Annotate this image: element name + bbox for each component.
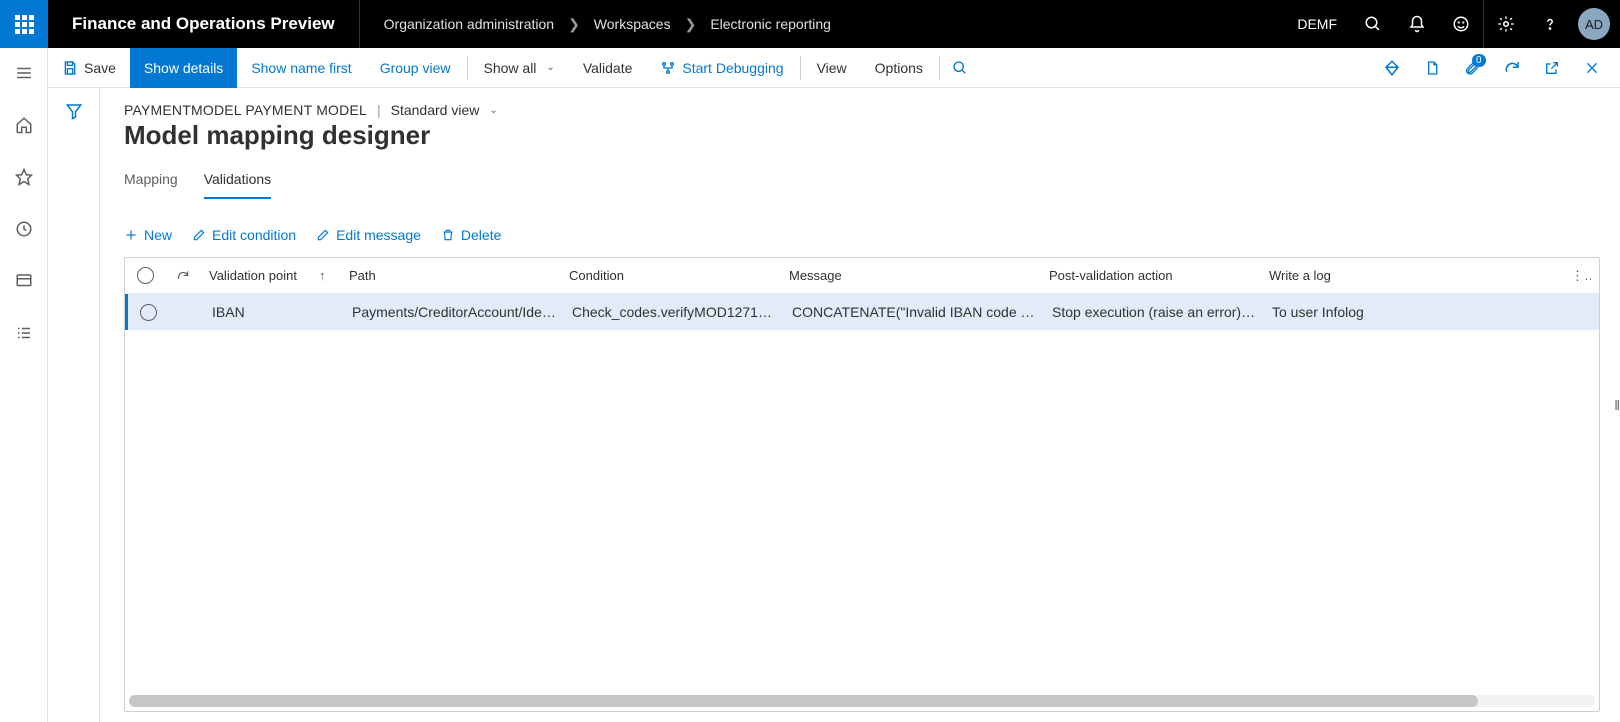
col-validation-point[interactable]: Validation point [201,268,311,283]
clock-icon[interactable] [0,212,48,246]
options-menu[interactable]: Options [861,48,937,88]
table-row[interactable]: IBAN Payments/CreditorAccount/Iden… Chec… [125,294,1599,330]
chevron-right-icon: ❯ [685,16,697,33]
app-launcher-button[interactable] [0,0,48,48]
sort-arrow-icon[interactable]: ↑ [311,268,341,283]
new-button[interactable]: New [124,227,172,243]
waffle-icon [15,15,34,34]
smiley-icon[interactable] [1439,0,1483,48]
chevron-down-icon: ⌄ [546,62,554,73]
col-write-log[interactable]: Write a log [1261,268,1563,283]
validations-grid: Validation point ↑ Path Condition Messag… [124,257,1600,712]
diamond-icon[interactable] [1374,48,1410,88]
page-title: Model mapping designer [124,120,1600,151]
chevron-down-icon: ⌄ [489,105,497,116]
cell-post-action[interactable]: Stop execution (raise an error) ⌄ [1044,304,1264,320]
close-icon[interactable] [1574,48,1610,88]
left-rail [0,48,48,722]
filter-icon[interactable] [65,102,83,722]
show-all-dropdown[interactable]: Show all ⌄ [470,48,569,88]
tabs: Mapping Validations [124,171,1600,199]
popout-icon[interactable] [1534,48,1570,88]
refresh-icon[interactable] [1494,48,1530,88]
tab-validations[interactable]: Validations [204,171,271,199]
group-view-button[interactable]: Group view [366,48,465,88]
view-selector[interactable]: Standard view ⌄ [391,102,498,118]
main-panel: PAYMENTMODEL PAYMENT MODEL | Standard vi… [100,88,1620,722]
page-icon[interactable] [1414,48,1450,88]
cell-message: CONCATENATE("Invalid IBAN code ha… [784,304,1044,320]
more-columns-icon[interactable]: ⋮ [1563,268,1591,284]
attachments-badge: 0 [1472,54,1486,67]
tab-mapping[interactable]: Mapping [124,171,178,199]
save-label: Save [84,60,116,76]
cell-validation-point: IBAN [204,304,314,320]
top-bar: Finance and Operations Preview Organizat… [0,0,1620,48]
breadcrumb-item[interactable]: Workspaces [594,16,671,32]
cell-write-log: To user Infolog [1264,304,1563,320]
row-checkbox[interactable] [128,304,168,321]
gear-icon[interactable] [1484,0,1528,48]
panel-collapse-handle[interactable]: ‖ [1614,397,1620,413]
help-icon[interactable] [1528,0,1572,48]
horizontal-scrollbar[interactable] [129,695,1595,707]
col-post-action[interactable]: Post-validation action [1041,268,1261,283]
col-message[interactable]: Message [781,268,1041,283]
refresh-column-icon[interactable] [165,269,201,283]
company-code[interactable]: DEMF [1283,16,1351,32]
filter-column [48,88,100,722]
breadcrumb-item[interactable]: Organization administration [384,16,554,32]
modules-icon[interactable] [0,316,48,350]
show-name-first-button[interactable]: Show name first [237,48,365,88]
app-title: Finance and Operations Preview [48,0,360,48]
model-name: PAYMENTMODEL PAYMENT MODEL [124,102,367,118]
view-menu[interactable]: View [803,48,861,88]
grid-header: Validation point ↑ Path Condition Messag… [125,258,1599,294]
breadcrumb-item[interactable]: Electronic reporting [710,16,831,32]
cell-path: Payments/CreditorAccount/Iden… [344,304,564,320]
col-path[interactable]: Path [341,268,561,283]
bell-icon[interactable] [1395,0,1439,48]
search-action-icon[interactable] [942,48,978,88]
home-icon[interactable] [0,108,48,142]
search-icon[interactable] [1351,0,1395,48]
attachments-icon[interactable]: 0 [1454,48,1490,88]
select-all-checkbox[interactable] [125,267,165,284]
star-icon[interactable] [0,160,48,194]
cell-condition: Check_codes.verifyMOD1271_3… [564,304,784,320]
start-debugging-button[interactable]: Start Debugging [646,48,797,88]
grid-toolbar: New Edit condition Edit message Delete [124,227,1600,243]
action-pane: Save Show details Show name first Group … [48,48,1620,88]
edit-message-button[interactable]: Edit message [316,227,421,243]
hamburger-icon[interactable] [0,56,48,90]
content-area: PAYMENTMODEL PAYMENT MODEL | Standard vi… [48,88,1620,722]
show-details-button[interactable]: Show details [130,48,237,88]
avatar[interactable]: AD [1578,8,1610,40]
chevron-right-icon: ❯ [568,16,580,33]
save-button[interactable]: Save [48,48,130,88]
delete-button[interactable]: Delete [441,227,501,243]
validate-button[interactable]: Validate [569,48,647,88]
breadcrumb: Organization administration ❯ Workspaces… [360,16,831,33]
col-condition[interactable]: Condition [561,268,781,283]
edit-condition-button[interactable]: Edit condition [192,227,296,243]
workspace-icon[interactable] [0,264,48,298]
